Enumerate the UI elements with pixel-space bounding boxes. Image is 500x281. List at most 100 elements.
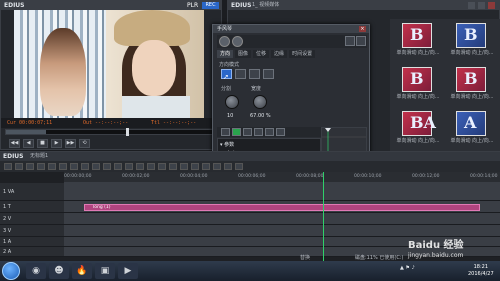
- out-timecode: Out --:--:--;--: [83, 120, 129, 126]
- disk-status: 磁盘:11% 已使用(C:): [355, 255, 404, 261]
- timeline-tool-icon[interactable]: [147, 163, 155, 170]
- windows-taskbar: ◉ ☻ 🔥 ▣ ▶ ▲ ⚑ ♪ 18:21 2016/4/27: [0, 261, 500, 281]
- ruler-tick-label: 00:00:04;00: [180, 174, 208, 179]
- load-preset-icon[interactable]: [356, 36, 366, 46]
- save-preset-icon[interactable]: [345, 36, 355, 46]
- timeline-tool-icon[interactable]: [81, 163, 89, 170]
- track-header[interactable]: 3 V: [0, 225, 64, 237]
- timeline-tool-icon[interactable]: [136, 163, 144, 170]
- timeline-tool-icon[interactable]: [158, 163, 166, 170]
- current-timecode: Cur 00:00:07;11: [7, 120, 53, 126]
- record-mode-button[interactable]: REC: [202, 2, 219, 9]
- track-lane[interactable]: long (1): [64, 201, 500, 213]
- thumbnail-caption: 单向滑动 向上/向...: [450, 50, 494, 56]
- timeline-tool-icon[interactable]: [26, 163, 34, 170]
- stretch-knob[interactable]: [253, 95, 267, 109]
- taskbar-app-icon[interactable]: 🔥: [72, 263, 92, 279]
- segments-knob[interactable]: [225, 95, 239, 109]
- dialog-tab[interactable]: 时间设置: [289, 50, 316, 58]
- timeline-tool-icon[interactable]: [103, 163, 111, 170]
- timeline-tool-icon[interactable]: [15, 163, 23, 170]
- kf-delete-icon[interactable]: [276, 128, 285, 136]
- maximize-icon[interactable]: [478, 2, 485, 9]
- transport-button[interactable]: ⟲: [79, 139, 90, 148]
- taskbar-app-icon[interactable]: ◉: [26, 263, 46, 279]
- taskbar-app-icon[interactable]: ▣: [95, 263, 115, 279]
- timeline-tool-icon[interactable]: [92, 163, 100, 170]
- kf-next-icon[interactable]: [265, 128, 274, 136]
- effect-thumbnail[interactable]: B 单向滑动 向上/向...: [448, 23, 496, 57]
- keyframe-row[interactable]: ▾ 参数: [220, 141, 320, 149]
- timeline-tool-icon[interactable]: [169, 163, 177, 170]
- dialog-tab[interactable]: 边缘: [271, 50, 288, 58]
- kf-add-icon[interactable]: [254, 128, 263, 136]
- player-scrub-bar[interactable]: [5, 128, 217, 136]
- minimize-icon[interactable]: [468, 2, 475, 9]
- play-icon[interactable]: [232, 128, 241, 136]
- player-timecode-bar: Cur 00:00:07;11 Out --:--:--;-- Ttl --:-…: [1, 118, 221, 128]
- kf-prev-icon[interactable]: [243, 128, 252, 136]
- timeline-tool-icon[interactable]: [191, 163, 199, 170]
- track-header[interactable]: 1 A: [0, 237, 64, 247]
- keyframe-row-label: ▾ 参数: [220, 142, 235, 148]
- preset-icon[interactable]: [219, 36, 230, 47]
- timeline-tool-icon[interactable]: [125, 163, 133, 170]
- system-clock[interactable]: 18:21 2016/4/27: [468, 264, 494, 278]
- effect-thumbnail[interactable]: A 单向滑动 向上/向...: [448, 111, 496, 145]
- timeline-tool-icon[interactable]: [224, 163, 232, 170]
- timeline-ruler[interactable]: 00:00:00;00 00:00:02;00 00:00:04;00 00:00:0…: [64, 172, 500, 183]
- track-header[interactable]: 2 A: [0, 247, 64, 257]
- track-lane[interactable]: [64, 213, 500, 225]
- scrub-handle[interactable]: [126, 128, 129, 136]
- effect-thumbnail[interactable]: B 单向滑动 向上/向...: [394, 67, 442, 101]
- dialog-close-button[interactable]: ×: [359, 26, 366, 32]
- timeline-tool-icon[interactable]: [59, 163, 67, 170]
- timeline-tool-icon[interactable]: [114, 163, 122, 170]
- dialog-tab[interactable]: 方向: [217, 50, 234, 58]
- timeline-tool-icon[interactable]: [235, 163, 243, 170]
- start-button[interactable]: [2, 262, 20, 280]
- thumbnail-glyph: B: [464, 69, 478, 88]
- effect-thumbnail[interactable]: BA 单向滑动 向上/向...: [394, 111, 442, 145]
- effect-thumbnail[interactable]: B 单向滑动 向上/向...: [448, 67, 496, 101]
- segments-label: 分割: [221, 86, 232, 92]
- title-clip[interactable]: long (1): [84, 204, 480, 211]
- transport-button[interactable]: ◀: [23, 139, 34, 148]
- timeline-tool-icon[interactable]: [37, 163, 45, 170]
- dialog-title: 手风琴: [217, 26, 233, 32]
- tray-icons[interactable]: ▲ ⚑ ♪: [400, 265, 415, 271]
- track-lane[interactable]: [64, 183, 500, 201]
- dialog-tab[interactable]: 位移: [253, 50, 270, 58]
- direction-right-button[interactable]: [235, 69, 246, 79]
- timeline-tool-icon[interactable]: [213, 163, 221, 170]
- track-header[interactable]: 1 T: [0, 201, 64, 213]
- timeline-tool-icon[interactable]: [202, 163, 210, 170]
- transport-button[interactable]: ▶▶: [65, 139, 76, 148]
- transport-button[interactable]: ▶: [51, 139, 62, 148]
- clock-time: 18:21: [473, 264, 489, 270]
- default-icon[interactable]: [232, 36, 243, 47]
- taskbar-app-icon[interactable]: ▶: [118, 263, 138, 279]
- taskbar-app-icon[interactable]: ☻: [49, 263, 69, 279]
- effect-thumbnails: B 单向滑动 向上/向... B 单向滑动 向上/向... B 单向滑动 向上/向... B…: [390, 19, 500, 157]
- timeline-tool-icon[interactable]: [70, 163, 78, 170]
- direction-up-button[interactable]: [249, 69, 260, 79]
- player-mode-label[interactable]: PLR: [187, 1, 198, 10]
- transport-button[interactable]: ■: [37, 139, 48, 148]
- timeline-tool-icon[interactable]: [180, 163, 188, 170]
- thumbnail-caption: 单向滑动 向上/向...: [450, 94, 494, 100]
- video-preview: [14, 10, 204, 118]
- player-window: EDIUS PLR REC Cur 00:00:07;11 Out --:--:…: [0, 0, 222, 150]
- timeline-tool-icon[interactable]: [4, 163, 12, 170]
- kf-first-icon[interactable]: [221, 128, 230, 136]
- close-icon[interactable]: [488, 2, 495, 9]
- direction-down-button[interactable]: [263, 69, 274, 79]
- thumbnail-glyph: B: [410, 25, 424, 44]
- track-header[interactable]: 2 V: [0, 213, 64, 225]
- timeline-tool-icon[interactable]: [48, 163, 56, 170]
- dialog-tab[interactable]: 图像: [235, 50, 252, 58]
- track-header[interactable]: 1 VA: [0, 183, 64, 201]
- timeline-playhead[interactable]: [323, 172, 324, 262]
- transport-button[interactable]: ◀◀: [9, 139, 20, 148]
- effect-thumbnail[interactable]: B 单向滑动 向上/向...: [394, 23, 442, 57]
